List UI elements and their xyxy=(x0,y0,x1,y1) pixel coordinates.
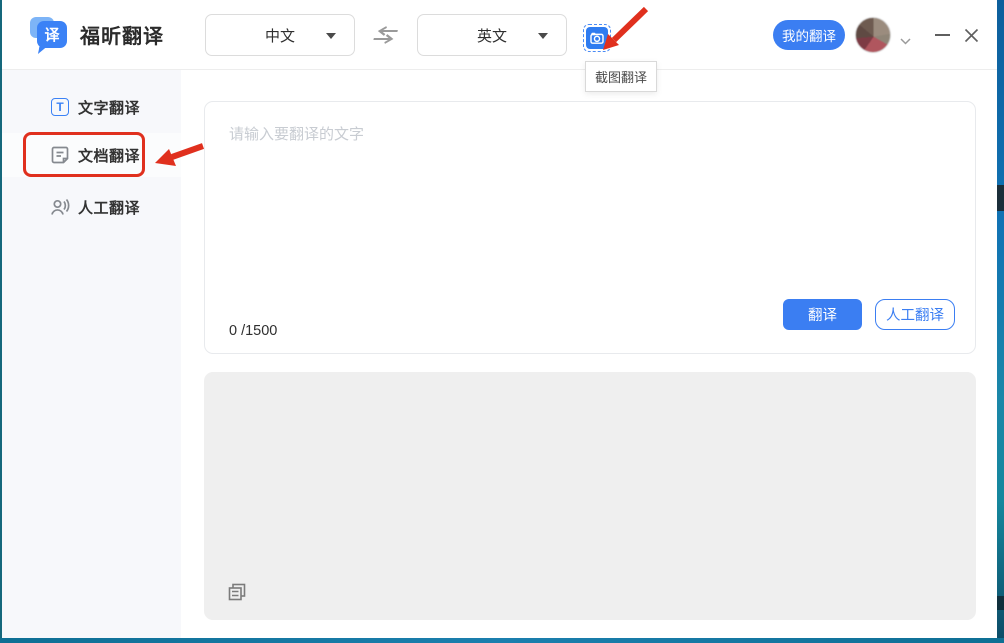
camera-icon xyxy=(586,27,608,49)
app-logo: 译 福昕翻译 xyxy=(30,15,164,53)
source-language-select[interactable]: 中文 xyxy=(205,14,355,56)
copy-button[interactable] xyxy=(225,580,249,604)
text-translate-icon: T xyxy=(50,97,70,117)
desktop-edge-left xyxy=(0,0,2,643)
close-icon xyxy=(964,28,979,43)
char-count: 0 xyxy=(229,323,237,339)
chevron-down-icon[interactable] xyxy=(900,32,911,50)
dropdown-arrow-icon xyxy=(538,33,548,39)
minimize-button[interactable] xyxy=(932,25,952,45)
screenshot-translate-button[interactable] xyxy=(583,24,611,52)
logo-badge-icon: 译 xyxy=(30,15,70,53)
char-counter: 0/1500 xyxy=(229,323,277,339)
user-avatar[interactable] xyxy=(855,17,891,53)
char-limit: /1500 xyxy=(241,323,277,339)
my-translations-button[interactable]: 我的翻译 xyxy=(773,20,845,50)
dropdown-arrow-icon xyxy=(326,33,336,39)
source-text-input[interactable] xyxy=(205,102,975,277)
translate-button[interactable]: 翻译 xyxy=(783,299,862,330)
close-button[interactable] xyxy=(961,25,981,45)
copy-icon xyxy=(226,581,248,603)
app-title: 福昕翻译 xyxy=(80,20,164,49)
app-window: 译 福昕翻译 中文 英文 xyxy=(2,0,997,638)
desktop-edge-bottom xyxy=(0,638,1004,643)
result-panel xyxy=(204,372,976,620)
target-language-value: 英文 xyxy=(477,25,507,46)
human-translate-icon xyxy=(50,197,70,217)
sidebar: T 文字翻译 文档翻译 人工翻译 xyxy=(2,70,181,638)
sidebar-item-text-translate[interactable]: T 文字翻译 xyxy=(2,85,181,129)
header-bar: 译 福昕翻译 中文 英文 xyxy=(2,0,997,70)
target-language-select[interactable]: 英文 xyxy=(417,14,567,56)
swap-languages-icon[interactable] xyxy=(368,26,402,49)
screenshot-tooltip: 截图翻译 xyxy=(585,61,657,92)
source-language-value: 中文 xyxy=(265,25,295,46)
minimize-icon xyxy=(935,34,950,36)
document-translate-icon xyxy=(50,145,70,165)
source-text-panel: 0/1500 翻译 人工翻译 xyxy=(204,101,976,354)
desktop-edge-right xyxy=(997,0,1004,643)
logo-glyph: 译 xyxy=(37,21,67,48)
main-content: 0/1500 翻译 人工翻译 xyxy=(181,70,997,638)
sidebar-item-human-translate[interactable]: 人工翻译 xyxy=(2,185,181,229)
sidebar-item-document-translate[interactable]: 文档翻译 xyxy=(2,133,181,177)
human-translate-button[interactable]: 人工翻译 xyxy=(875,299,955,330)
